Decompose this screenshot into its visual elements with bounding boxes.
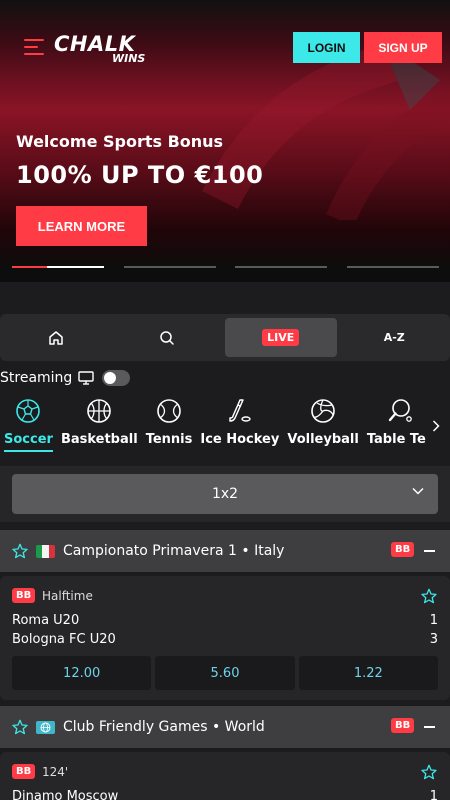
market-selected: 1x2 [211, 486, 239, 502]
sport-tennis[interactable]: Tennis [142, 396, 197, 456]
sport-label: Basketball [60, 432, 138, 447]
signup-button[interactable]: SIGN UP [364, 32, 442, 63]
sport-soccer[interactable]: Soccer [0, 396, 57, 456]
odds-row: 12.00 5.60 1.22 [12, 656, 438, 690]
bet-builder-badge: BB [12, 588, 36, 603]
brand-main: CHALK [54, 32, 136, 56]
nav-home[interactable] [0, 314, 112, 361]
live-badge: LIVE [262, 329, 300, 346]
market-selector-area: 1x2 [0, 466, 450, 522]
carousel-indicators [12, 266, 439, 269]
basketball-icon [87, 399, 112, 423]
sport-label: Tennis [145, 432, 193, 447]
nav-search[interactable] [112, 314, 224, 361]
match-card[interactable]: BB Halftime Roma U20 1 Bologna FC U20 3 … [0, 576, 450, 700]
streaming-toggle[interactable] [102, 370, 131, 386]
away-score: 3 [429, 632, 438, 647]
carousel-dot-4[interactable] [347, 266, 439, 268]
tennis-ball-icon [157, 399, 181, 423]
odd-away[interactable]: 1.22 [298, 656, 438, 690]
promo-banner: CHALK WINS LOGIN SIGN UP Welcome Sports … [0, 0, 450, 282]
monitor-icon [78, 371, 95, 385]
home-score: 1 [429, 613, 438, 628]
world-flag-icon [36, 720, 55, 734]
italy-flag-icon [36, 544, 55, 558]
nav-az[interactable]: A-Z [339, 314, 450, 361]
brand-logo[interactable]: CHALK WINS [54, 32, 145, 66]
sport-label: Soccer [4, 432, 53, 452]
sport-table-tennis[interactable]: Table Ter [363, 396, 426, 456]
home-team: Dinamo Moscow [12, 789, 119, 800]
promo-title: Welcome Sports Bonus [16, 132, 224, 151]
sport-ice-hockey[interactable]: Ice Hockey [196, 396, 283, 456]
sport-label: Ice Hockey [200, 432, 280, 447]
soccer-ball-icon [16, 399, 41, 423]
streaming-filter: Streaming [0, 369, 131, 387]
nav-live[interactable]: LIVE [225, 318, 337, 357]
match-status: Halftime [42, 589, 93, 603]
carousel-dot-3[interactable] [235, 266, 327, 268]
odd-draw[interactable]: 5.60 [155, 656, 295, 690]
star-icon[interactable] [12, 543, 28, 559]
league-header[interactable]: Campionato Primavera 1 • Italy BB [0, 530, 450, 572]
home-score: 1 [429, 789, 438, 800]
bet-builder-badge: BB [391, 542, 415, 557]
chevron-right-icon [432, 420, 440, 432]
sports-scroll-right[interactable] [428, 416, 444, 436]
carousel-dot-1[interactable] [12, 266, 104, 268]
sport-label: Table Ter [366, 432, 426, 447]
star-icon[interactable] [421, 588, 437, 604]
home-icon [49, 330, 63, 345]
volleyball-icon [311, 399, 335, 423]
sport-label: Volleyball [287, 432, 359, 447]
away-team: Bologna FC U20 [12, 632, 116, 647]
login-button[interactable]: LOGIN [293, 32, 360, 63]
chevron-down-icon [412, 487, 424, 495]
market-dropdown[interactable]: 1x2 [12, 474, 438, 514]
sports-carousel: Soccer Basketball Tennis Ice Hockey Voll… [0, 396, 426, 456]
star-icon[interactable] [421, 764, 437, 780]
table-tennis-icon [388, 399, 412, 422]
bet-builder-badge: BB [391, 718, 415, 733]
collapse-icon[interactable] [424, 550, 435, 552]
league-name: Club Friendly Games • World [63, 719, 265, 735]
bet-builder-badge: BB [12, 764, 36, 779]
page: CHALK WINS LOGIN SIGN UP Welcome Sports … [0, 0, 450, 800]
league-header[interactable]: Club Friendly Games • World BB [0, 706, 450, 748]
brand-sub: WINS [112, 52, 146, 65]
collapse-icon[interactable] [424, 726, 435, 728]
hockey-stick-icon [229, 399, 251, 422]
sports-nav-bar: LIVE A-Z [0, 314, 450, 361]
learn-more-button[interactable]: LEARN MORE [16, 206, 147, 246]
az-label: A-Z [383, 331, 405, 344]
match-status: 124' [42, 765, 69, 779]
streaming-label: Streaming [0, 370, 73, 386]
home-team: Roma U20 [12, 613, 80, 628]
sport-basketball[interactable]: Basketball [57, 396, 142, 456]
search-icon [160, 330, 174, 345]
sport-volleyball[interactable]: Volleyball [283, 396, 362, 456]
carousel-dot-2[interactable] [124, 266, 216, 268]
menu-icon[interactable] [24, 39, 44, 57]
star-icon[interactable] [12, 719, 28, 735]
odd-home[interactable]: 12.00 [12, 656, 152, 690]
league-name: Campionato Primavera 1 • Italy [63, 543, 285, 559]
match-card[interactable]: BB 124' Dinamo Moscow 1 [0, 752, 450, 800]
promo-headline: 100% UP TO €100 [16, 161, 264, 189]
